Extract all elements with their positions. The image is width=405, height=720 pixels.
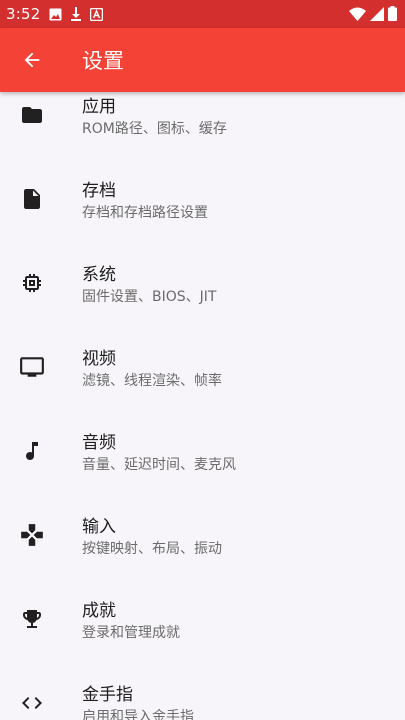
settings-item-subtitle: 按键映射、布局、振动 [82,541,222,557]
settings-item-input[interactable]: 输入 按键映射、布局、振动 [0,492,405,576]
back-button[interactable] [20,48,44,72]
app-notification-icon [90,7,104,21]
settings-item-system[interactable]: 系统 固件设置、BIOS、JIT [0,240,405,324]
download-notification-icon [71,7,82,21]
settings-item-title: 金手指 [82,685,133,705]
settings-item-title: 存档 [82,181,116,201]
settings-item-audio[interactable]: 音频 音量、延迟时间、麦克风 [0,408,405,492]
settings-list[interactable]: 应用 ROM路径、图标、缓存 存档 存档和存档路径设置 系统 固件设置、BIOS… [0,92,405,720]
settings-item-video[interactable]: 视频 滤镜、线程渲染、帧率 [0,324,405,408]
settings-item-subtitle: 启用和导入金手指 [82,709,194,720]
settings-item-title: 应用 [82,97,116,117]
chip-icon [23,274,41,292]
trophy-icon [23,610,41,628]
arrow-back-icon [24,52,40,68]
settings-item-title: 视频 [82,349,116,369]
settings-item-achievements[interactable]: 成就 登录和管理成就 [0,576,405,660]
signal-icon [370,6,384,21]
settings-item-saves[interactable]: 存档 存档和存档路径设置 [0,156,405,240]
settings-item-subtitle: 固件设置、BIOS、JIT [82,289,217,305]
tv-icon [20,357,44,377]
settings-item-subtitle: 滤镜、线程渲染、帧率 [82,373,222,389]
image-notification-icon [49,8,62,20]
page-title: 设置 [82,49,124,73]
settings-item-subtitle: ROM路径、图标、缓存 [82,121,227,137]
settings-item-subtitle: 存档和存档路径设置 [82,205,208,221]
music-note-icon [26,442,38,460]
settings-item-cheats[interactable]: 金手指 启用和导入金手指 [0,660,405,720]
settings-item-subtitle: 登录和管理成就 [82,625,180,641]
settings-item-subtitle: 音量、延迟时间、麦克风 [82,457,236,473]
battery-icon [388,6,397,21]
settings-item-title: 输入 [82,517,116,537]
app-bar: 设置 [0,28,405,92]
settings-item-title: 成就 [82,601,116,621]
settings-item-title: 系统 [82,265,116,285]
gamepad-icon [21,524,43,546]
wifi-icon [349,7,366,21]
folder-icon [22,107,42,123]
file-icon [24,189,40,209]
status-time: 3:52 [6,5,41,23]
settings-item-title: 音频 [82,433,116,453]
code-icon [22,697,42,709]
settings-item-app[interactable]: 应用 ROM路径、图标、缓存 [0,92,405,156]
status-bar: 3:52 [0,0,405,28]
